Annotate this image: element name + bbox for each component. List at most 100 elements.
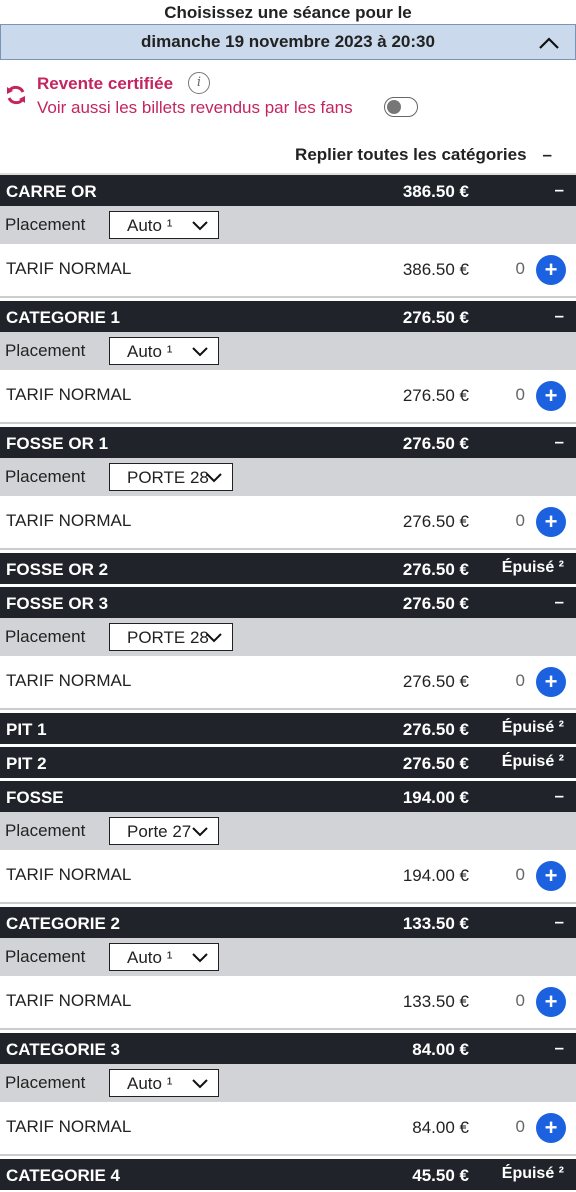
tarif-price: 276.50 € bbox=[402, 672, 469, 691]
tarif-row: TARIF NORMAL 276.50 € 0 + bbox=[0, 496, 576, 550]
chevron-down-icon bbox=[192, 827, 208, 837]
category-price: 386.50 € bbox=[402, 182, 469, 201]
placement-row: Placement Auto ¹ bbox=[0, 1064, 576, 1102]
placement-value: Auto ¹ bbox=[127, 948, 173, 967]
quantity: 0 bbox=[515, 671, 525, 690]
collapse-category-button[interactable]: – bbox=[555, 299, 564, 332]
category-list: CARRE OR 386.50 € – Placement Auto ¹ TARIF NO… bbox=[0, 175, 576, 1190]
placement-row: Placement Auto ¹ bbox=[0, 332, 576, 370]
collapse-all-minus: – bbox=[542, 144, 552, 164]
category-header[interactable]: CATEGORIE 4 45.50 € Épuisé ² bbox=[0, 1156, 576, 1190]
add-ticket-button[interactable]: + bbox=[536, 507, 566, 537]
category-price: 276.50 € bbox=[402, 754, 469, 773]
tarif-price: 133.50 € bbox=[402, 992, 469, 1011]
category-name: FOSSE bbox=[6, 788, 64, 807]
chevron-down-icon bbox=[192, 1079, 208, 1089]
tarif-name: TARIF NORMAL bbox=[6, 385, 132, 404]
placement-select[interactable]: PORTE 28 bbox=[109, 463, 233, 491]
placement-row: Placement PORTE 28 bbox=[0, 618, 576, 656]
placement-row: Placement Auto ¹ bbox=[0, 938, 576, 976]
category-header[interactable]: PIT 2 276.50 € Épuisé ² bbox=[0, 744, 576, 778]
placement-label: Placement bbox=[5, 1073, 86, 1092]
placement-row: Placement PORTE 28 bbox=[0, 458, 576, 496]
category-name: CATEGORIE 2 bbox=[6, 914, 120, 933]
quantity: 0 bbox=[515, 991, 525, 1010]
add-ticket-button[interactable]: + bbox=[536, 1113, 566, 1143]
tarif-row: TARIF NORMAL 276.50 € 0 + bbox=[0, 370, 576, 424]
tarif-name: TARIF NORMAL bbox=[6, 671, 132, 690]
category-header[interactable]: FOSSE OR 2 276.50 € Épuisé ² bbox=[0, 550, 576, 584]
category-name: CATEGORIE 3 bbox=[6, 1040, 120, 1059]
placement-value: Auto ¹ bbox=[127, 1074, 173, 1093]
quantity: 0 bbox=[515, 865, 525, 884]
tarif-row: TARIF NORMAL 84.00 € 0 + bbox=[0, 1102, 576, 1156]
collapse-category-button[interactable]: – bbox=[555, 173, 564, 206]
placement-select[interactable]: Auto ¹ bbox=[109, 211, 219, 239]
placement-select[interactable]: Auto ¹ bbox=[109, 1069, 219, 1097]
add-ticket-button[interactable]: + bbox=[536, 381, 566, 411]
resale-subtitle: Voir aussi les billets revendus par les … bbox=[37, 98, 353, 117]
category-price: 276.50 € bbox=[402, 720, 469, 739]
sold-out-status: Épuisé ² bbox=[501, 753, 564, 770]
collapse-category-button[interactable]: – bbox=[555, 425, 564, 458]
category-name: FOSSE OR 1 bbox=[6, 434, 109, 453]
category-price: 276.50 € bbox=[402, 308, 469, 327]
quantity: 0 bbox=[515, 1117, 525, 1136]
collapse-category-button[interactable]: – bbox=[555, 779, 564, 812]
placement-select[interactable]: Auto ¹ bbox=[109, 337, 219, 365]
add-ticket-button[interactable]: + bbox=[536, 667, 566, 697]
category-header[interactable]: PIT 1 276.50 € Épuisé ² bbox=[0, 710, 576, 744]
tarif-name: TARIF NORMAL bbox=[6, 991, 132, 1010]
category-name: CARRE OR bbox=[6, 182, 97, 201]
tarif-row: TARIF NORMAL 133.50 € 0 + bbox=[0, 976, 576, 1030]
category-header[interactable]: FOSSE 194.00 € – bbox=[0, 778, 576, 812]
collapse-category-button[interactable]: – bbox=[555, 1031, 564, 1064]
add-ticket-button[interactable]: + bbox=[536, 255, 566, 285]
category-name: PIT 1 bbox=[6, 720, 47, 739]
placement-label: Placement bbox=[5, 215, 86, 234]
placement-select[interactable]: Porte 27 bbox=[109, 817, 219, 845]
collapse-all-button[interactable]: Replier toutes les catégories – bbox=[0, 136, 576, 175]
category-name: CATEGORIE 1 bbox=[6, 308, 120, 327]
chevron-up-icon[interactable] bbox=[537, 34, 561, 52]
category-header[interactable]: CATEGORIE 1 276.50 € – bbox=[0, 298, 576, 332]
chevron-down-icon bbox=[192, 347, 208, 357]
resale-toggle[interactable] bbox=[384, 97, 418, 117]
placement-select[interactable]: Auto ¹ bbox=[109, 943, 219, 971]
session-date-selector[interactable]: dimanche 19 novembre 2023 à 20:30 bbox=[0, 24, 576, 60]
category-header[interactable]: FOSSE OR 3 276.50 € – bbox=[0, 584, 576, 618]
collapse-all-label: Replier toutes les catégories bbox=[295, 144, 527, 164]
category-price: 276.50 € bbox=[402, 434, 469, 453]
page-title: Choisissez une séance pour le bbox=[164, 3, 412, 22]
placement-label: Placement bbox=[5, 821, 86, 840]
placement-row: Placement Porte 27 bbox=[0, 812, 576, 850]
tarif-name: TARIF NORMAL bbox=[6, 259, 132, 278]
category-name: CATEGORIE 4 bbox=[6, 1166, 120, 1185]
chevron-down-icon bbox=[206, 473, 222, 483]
category-price: 45.50 € bbox=[412, 1166, 469, 1185]
category-header[interactable]: CATEGORIE 3 84.00 € – bbox=[0, 1030, 576, 1064]
tarif-row: TARIF NORMAL 194.00 € 0 + bbox=[0, 850, 576, 904]
add-ticket-button[interactable]: + bbox=[536, 987, 566, 1017]
tarif-row: TARIF NORMAL 276.50 € 0 + bbox=[0, 656, 576, 710]
category-header[interactable]: CARRE OR 386.50 € – bbox=[0, 175, 576, 206]
tarif-name: TARIF NORMAL bbox=[6, 1117, 132, 1136]
resale-title: Revente certifiée bbox=[37, 74, 174, 93]
placement-row: Placement Auto ¹ bbox=[0, 206, 576, 244]
tarif-row: TARIF NORMAL 386.50 € 0 + bbox=[0, 244, 576, 298]
collapse-category-button[interactable]: – bbox=[555, 905, 564, 938]
add-ticket-button[interactable]: + bbox=[536, 861, 566, 891]
placement-select[interactable]: PORTE 28 bbox=[109, 623, 233, 651]
category-header[interactable]: CATEGORIE 2 133.50 € – bbox=[0, 904, 576, 938]
sold-out-status: Épuisé ² bbox=[501, 1165, 564, 1182]
category-price: 276.50 € bbox=[402, 594, 469, 613]
category-header[interactable]: FOSSE OR 1 276.50 € – bbox=[0, 424, 576, 458]
tarif-price: 84.00 € bbox=[412, 1118, 469, 1137]
placement-label: Placement bbox=[5, 341, 86, 360]
info-icon[interactable]: i bbox=[188, 72, 210, 94]
sold-out-status: Épuisé ² bbox=[501, 559, 564, 576]
tarif-price: 276.50 € bbox=[402, 512, 469, 531]
tarif-name: TARIF NORMAL bbox=[6, 511, 132, 530]
collapse-category-button[interactable]: – bbox=[555, 585, 564, 618]
tarif-price: 276.50 € bbox=[402, 386, 469, 405]
